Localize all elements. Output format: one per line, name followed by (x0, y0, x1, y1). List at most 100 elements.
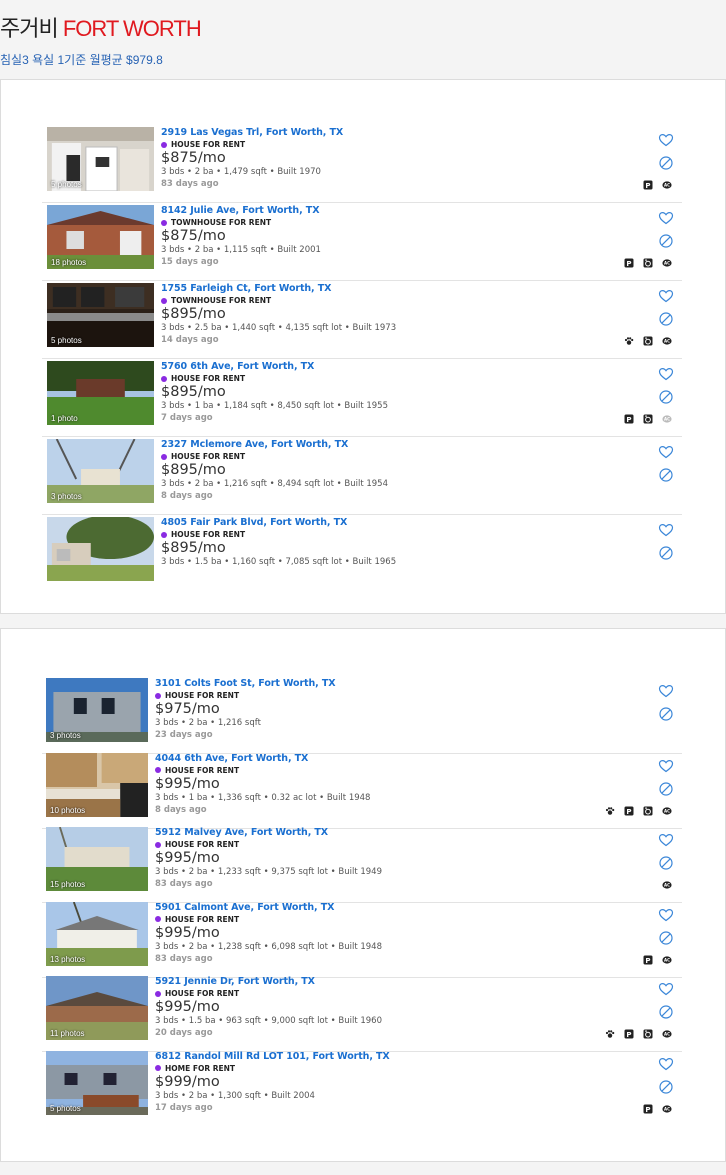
listing-address-link[interactable]: 5912 Malvey Ave, Fort Worth, TX (155, 827, 382, 838)
listing-info: 5912 Malvey Ave, Fort Worth, TX HOUSE FOR… (155, 827, 382, 889)
listing-address-link[interactable]: 6812 Randol Mill Rd LOT 101, Fort Worth,… (155, 1051, 390, 1062)
listing-address-link[interactable]: 2919 Las Vegas Trl, Fort Worth, TX (161, 127, 343, 138)
listing-address-link[interactable]: 5921 Jennie Dr, Fort Worth, TX (155, 976, 382, 987)
listing-specs: 3 bds • 2 ba • 1,216 sqft • 8,494 sqft l… (161, 479, 388, 489)
listing-address-link[interactable]: 4044 6th Ave, Fort Worth, TX (155, 753, 370, 764)
listing-item[interactable]: 3 photos 3101 Colts Foot St, Fort Worth, … (42, 678, 682, 754)
listing-type-label: HOUSE FOR RENT (165, 691, 240, 700)
listing-photo[interactable] (47, 517, 154, 581)
listing-age: 83 days ago (161, 179, 219, 189)
listing-address-link[interactable]: 2327 Mclemore Ave, Fort Worth, TX (161, 439, 388, 450)
listing-specs: 3 bds • 2 ba • 1,238 sqft • 6,098 sqft l… (155, 941, 382, 952)
page-subtitle: 침실3 욕실 1기준 월평균 $979.8 (0, 53, 163, 67)
favorite-heart-icon[interactable] (658, 832, 674, 848)
hide-listing-icon[interactable] (658, 311, 674, 327)
listing-photo[interactable]: 13 photos (46, 901, 148, 966)
hide-listing-icon[interactable] (658, 1004, 674, 1020)
listing-item[interactable]: 11 photos 5921 Jennie Dr, Fort Worth, TX H… (42, 976, 682, 1052)
listing-photo[interactable]: 10 photos (46, 752, 148, 817)
listing-type-label: HOUSE FOR RENT (171, 374, 246, 383)
listing-address-link[interactable]: 3101 Colts Foot St, Fort Worth, TX (155, 678, 336, 689)
type-dot-icon (155, 692, 161, 699)
amenity-icons: AC (624, 336, 672, 346)
type-dot-icon (161, 531, 167, 538)
listing-photo[interactable]: 3 photos (47, 439, 154, 503)
hide-listing-icon[interactable] (658, 855, 674, 871)
hide-listing-icon[interactable] (658, 233, 674, 249)
listing-info: 5901 Calmont Ave, Fort Worth, TX HOUSE FO… (155, 902, 382, 964)
listing-price: $875/mo (161, 150, 226, 166)
svg-text:P: P (645, 1105, 650, 1113)
listing-photo[interactable]: 11 photos (46, 976, 148, 1040)
listing-info: 8142 Julie Ave, Fort Worth, TX TOWNHOUSE … (161, 205, 321, 267)
hide-listing-icon[interactable] (658, 706, 674, 722)
listing-address-link[interactable]: 8142 Julie Ave, Fort Worth, TX (161, 205, 321, 216)
listing-photo[interactable]: 5 photos (47, 127, 154, 191)
listing-specs: 3 bds • 1 ba • 1,184 sqft • 8,450 sqft l… (161, 401, 388, 411)
laundry-icon (643, 258, 653, 268)
listing-specs: 3 bds • 2 ba • 1,115 sqft • Built 2001 (161, 245, 321, 255)
favorite-heart-icon[interactable] (658, 683, 674, 699)
listing-item[interactable]: 5 photos 1755 Farleigh Ct, Fort Worth, TX… (42, 283, 682, 359)
listing-type: TOWNHOUSE FOR RENT (161, 218, 321, 227)
listing-photo[interactable]: 5 photos (47, 283, 154, 347)
listing-item[interactable]: 3 photos 2327 Mclemore Ave, Fort Worth, T… (42, 439, 682, 515)
listing-address-link[interactable]: 5760 6th Ave, Fort Worth, TX (161, 361, 388, 372)
listing-specs: 3 bds • 2 ba • 1,233 sqft • 9,375 sqft l… (155, 867, 382, 877)
hide-listing-icon[interactable] (658, 467, 674, 483)
favorite-heart-icon[interactable] (658, 444, 674, 460)
favorite-heart-icon[interactable] (658, 522, 674, 538)
hide-listing-icon[interactable] (658, 389, 674, 405)
listing-age: 15 days ago (161, 257, 219, 267)
listing-photo[interactable]: 5 photos (46, 1050, 148, 1115)
listing-item[interactable]: 5 photos 2919 Las Vegas Trl, Fort Worth, … (42, 127, 682, 203)
favorite-heart-icon[interactable] (658, 210, 674, 226)
listing-photo[interactable]: 3 photos (46, 678, 148, 742)
listing-address-link[interactable]: 4805 Fair Park Blvd, Fort Worth, TX (161, 517, 396, 528)
hide-listing-icon[interactable] (658, 545, 674, 561)
listing-price: $995/mo (155, 850, 220, 866)
parking-icon: P (624, 414, 634, 424)
favorite-heart-icon[interactable] (658, 288, 674, 304)
svg-text:AC: AC (664, 261, 670, 266)
favorite-heart-icon[interactable] (658, 132, 674, 148)
listing-price: $895/mo (161, 306, 226, 322)
amenity-icons: AC (662, 880, 672, 890)
listing-photo[interactable]: 18 photos (47, 205, 154, 269)
listing-item[interactable]: 1 photo 5760 6th Ave, Fort Worth, TX HOUSE… (42, 361, 682, 437)
hide-listing-icon[interactable] (658, 1079, 674, 1095)
favorite-heart-icon[interactable] (658, 981, 674, 997)
listing-address-link[interactable]: 1755 Farleigh Ct, Fort Worth, TX (161, 283, 396, 294)
listing-info: 4044 6th Ave, Fort Worth, TX HOUSE FOR RE… (155, 753, 370, 815)
listing-item[interactable]: 13 photos 5901 Calmont Ave, Fort Worth, T… (42, 901, 682, 978)
favorite-heart-icon[interactable] (658, 758, 674, 774)
hide-listing-icon[interactable] (658, 781, 674, 797)
listing-photo[interactable]: 1 photo (47, 361, 154, 425)
photo-count: 5 photos (51, 336, 82, 345)
svg-text:AC: AC (664, 883, 670, 888)
listing-item[interactable]: 18 photos 8142 Julie Ave, Fort Worth, TX T… (42, 205, 682, 281)
listing-item[interactable]: 10 photos 4044 6th Ave, Fort Worth, TX HOU… (42, 752, 682, 829)
photo-count: 3 photos (51, 492, 82, 501)
type-dot-icon (155, 1065, 161, 1071)
favorite-heart-icon[interactable] (658, 366, 674, 382)
listing-type-label: HOUSE FOR RENT (165, 765, 240, 775)
listing-item[interactable]: 15 photos 5912 Malvey Ave, Fort Worth, TX… (42, 827, 682, 903)
listing-age: 83 days ago (155, 953, 213, 964)
hide-listing-icon[interactable] (658, 155, 674, 171)
favorite-heart-icon[interactable] (658, 907, 674, 923)
listing-info: 4805 Fair Park Blvd, Fort Worth, TX HOUSE… (161, 517, 396, 567)
photo-count: 11 photos (50, 1029, 85, 1038)
hide-listing-icon[interactable] (658, 930, 674, 946)
listing-type: HOME FOR RENT (155, 1064, 390, 1073)
listing-photo[interactable]: 15 photos (46, 827, 148, 891)
parking-icon: P (624, 806, 634, 816)
favorite-heart-icon[interactable] (658, 1056, 674, 1072)
listing-item[interactable]: 5 photos 6812 Randol Mill Rd LOT 101, For… (42, 1050, 682, 1127)
listing-age: 7 days ago (161, 413, 213, 423)
listing-address-link[interactable]: 5901 Calmont Ave, Fort Worth, TX (155, 902, 382, 913)
listing-info: 3101 Colts Foot St, Fort Worth, TX HOUSE … (155, 678, 336, 740)
listing-item[interactable]: 4805 Fair Park Blvd, Fort Worth, TX HOUSE… (42, 517, 682, 593)
ac-icon: AC (662, 336, 672, 346)
type-dot-icon (161, 141, 167, 148)
